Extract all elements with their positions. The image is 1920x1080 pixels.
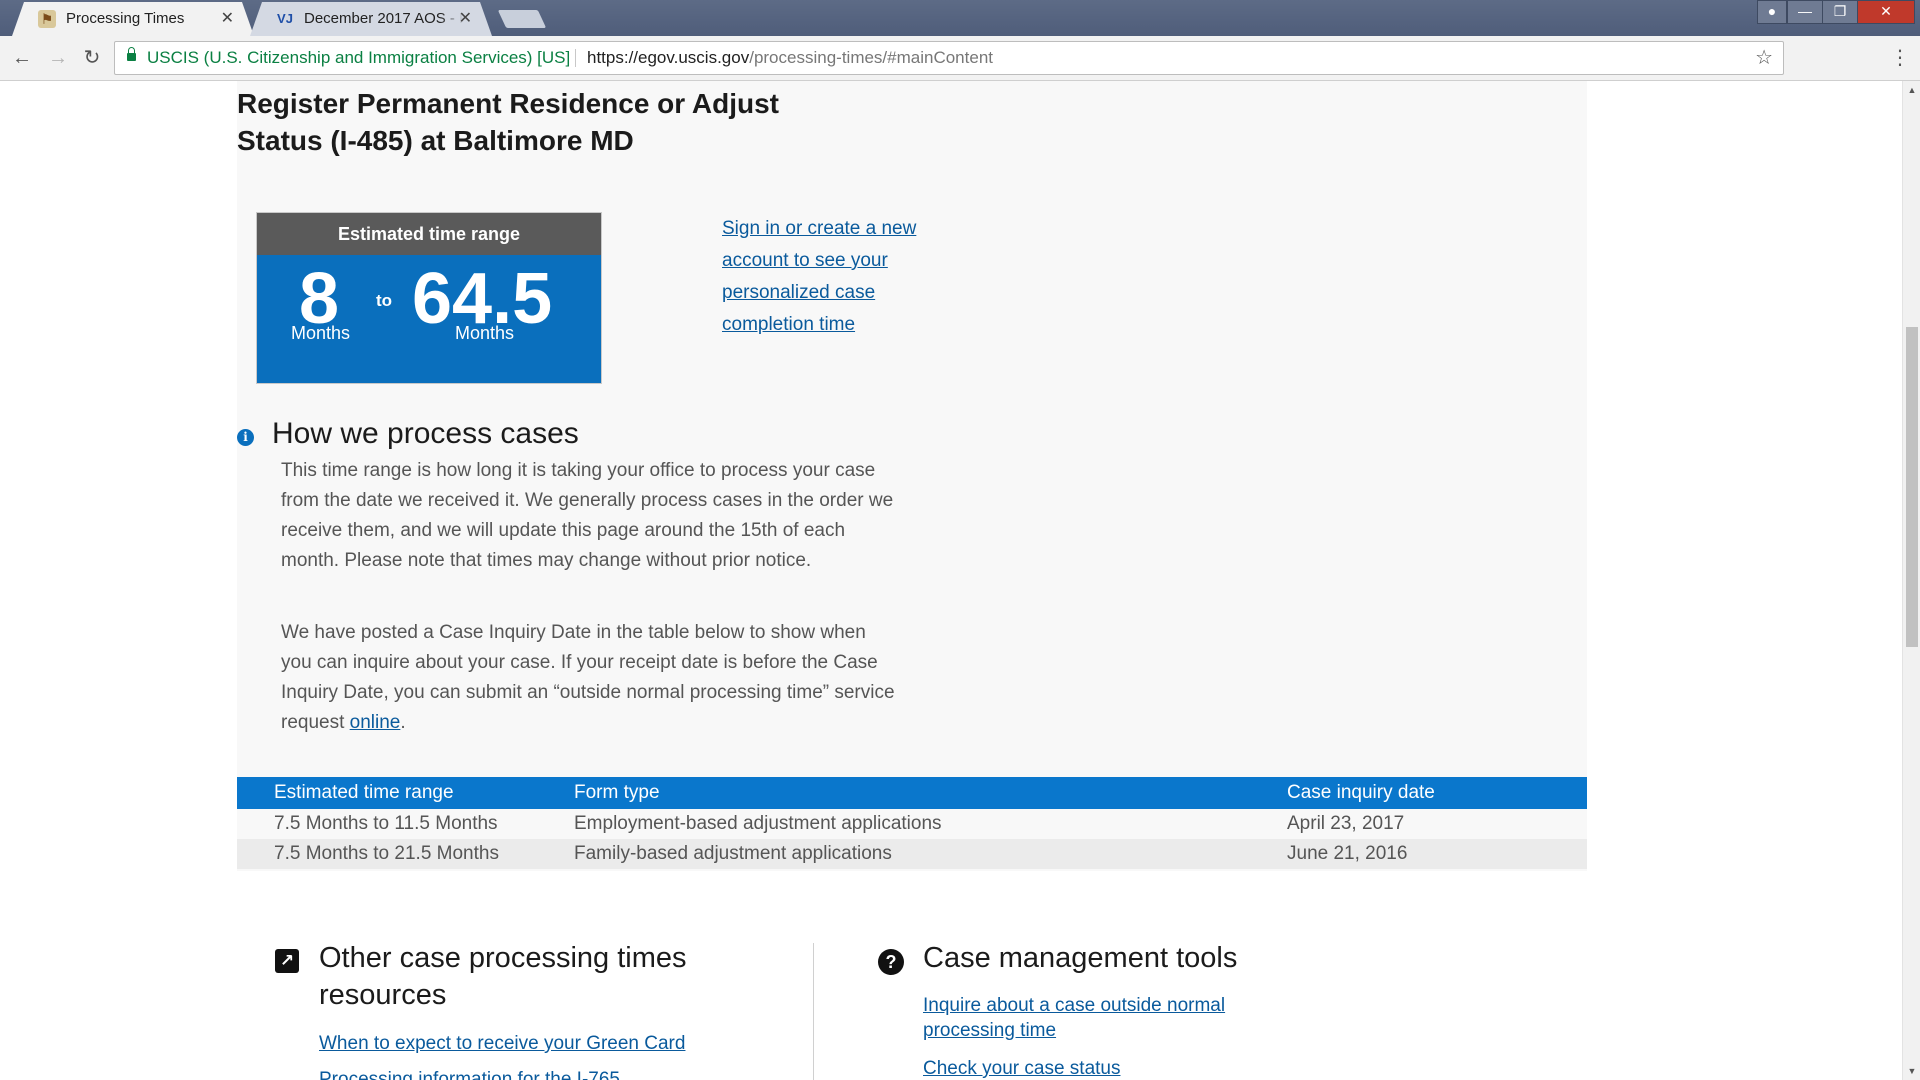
vj-favicon-icon: VJ [277,11,293,26]
star-icon[interactable]: ☆ [1755,42,1773,74]
lock-icon [127,47,136,61]
time-card-header: Estimated time range [257,213,601,255]
url-text[interactable]: https://egov.uscis.gov/processing-times/… [587,42,993,74]
green-card-link[interactable]: When to expect to receive your Green Car… [319,1033,685,1055]
scroll-down-arrow-icon[interactable]: ▼ [1903,1066,1920,1076]
info-icon: i [237,429,254,446]
omnibox-separator [575,49,576,67]
table-header-row: Estimated time range Form type Case inqu… [237,777,1587,809]
back-arrow-icon[interactable]: ← [8,44,36,72]
column-header-inquiry-date: Case inquiry date [1287,777,1587,809]
to-label: to [376,291,393,310]
cell-inquiry-date: June 21, 2016 [1287,839,1587,869]
page-viewport: Register Permanent Residence or Adjust S… [0,81,1902,1080]
paragraph-end: . [400,712,406,733]
process-paragraph-1: This time range is how long it is taking… [281,460,894,571]
address-bar[interactable]: USCIS (U.S. Citizenship and Immigration … [114,41,1784,75]
site-identity[interactable]: USCIS (U.S. Citizenship and Immigration … [147,42,570,74]
online-link[interactable]: online [350,712,401,733]
table-row: 7.5 Months to 11.5 Months Employment-bas… [237,809,1587,839]
cell-form-type: Family-based adjustment applications [574,839,1287,869]
process-paragraph-2: We have posted a Case Inquiry Date in th… [281,618,901,738]
i765-link[interactable]: Processing information for the I-765 [319,1069,620,1080]
max-time-unit: Months [455,323,515,343]
new-tab-button[interactable] [497,10,547,28]
table-row: 7.5 Months to 21.5 Months Family-based a… [237,839,1587,869]
tab-close-icon[interactable]: ✕ [221,2,234,36]
cell-time-range: 7.5 Months to 21.5 Months [237,839,574,869]
case-tools-heading: Case management tools [923,942,1238,974]
restore-icon[interactable]: ❐ [1822,0,1858,24]
browser-toolbar: ← → ↻ USCIS (U.S. Citizenship and Immigr… [0,36,1920,81]
reload-icon[interactable]: ↻ [78,44,106,72]
vertical-scrollbar[interactable]: ▲ ▼ [1902,81,1920,1080]
window-close-icon[interactable]: ✕ [1857,0,1915,24]
forward-arrow-icon[interactable]: → [44,44,72,72]
cell-form-type: Employment-based adjustment applications [574,809,1287,839]
tab-processing-times[interactable]: ⚑ Processing Times ✕ [12,2,254,36]
scroll-thumb[interactable] [1906,327,1918,647]
column-header-time-range: Estimated time range [237,777,574,809]
sign-in-link[interactable]: Sign in or create a new account to see y… [722,213,952,341]
user-profile-icon[interactable]: ● [1757,0,1787,24]
tab-december-2017-aos[interactable]: VJ December 2017 AOS - P ✕ [250,2,492,36]
uscis-favicon-icon: ⚑ [38,10,56,28]
kebab-menu-icon[interactable]: ⋮ [1890,44,1910,72]
cell-inquiry-date: April 23, 2017 [1287,809,1587,839]
external-link-icon: ↗ [275,949,299,973]
inquire-case-link[interactable]: Inquire about a case outside normal proc… [923,993,1263,1043]
scroll-up-arrow-icon[interactable]: ▲ [1903,85,1920,95]
url-path: /processing-times/#mainContent [749,48,993,67]
minimize-icon[interactable]: — [1787,0,1823,24]
tab-title: Processing Times [66,10,185,27]
question-circle-icon: ? [878,949,904,975]
min-time-unit: Months [291,323,351,343]
estimated-time-card: Estimated time range 8 to 64.5 Months Mo… [256,212,602,384]
check-status-link[interactable]: Check your case status [923,1056,1263,1080]
page-title: Register Permanent Residence or Adjust S… [237,88,780,156]
column-header-form-type: Form type [574,777,1287,809]
processing-times-table: Estimated time range Form type Case inqu… [237,777,1587,869]
url-host: https://egov.uscis.gov [587,48,750,67]
browser-tab-bar: ⚑ Processing Times ✕ VJ December 2017 AO… [0,0,1920,36]
how-we-process-heading: How we process cases [272,417,579,450]
other-resources-heading: Other case processing times resources [319,942,687,1011]
tab-title: December 2017 AOS - P [304,10,464,27]
tab-close-icon[interactable]: ✕ [459,2,472,36]
section-divider [813,943,814,1080]
cell-time-range: 7.5 Months to 11.5 Months [237,809,574,839]
